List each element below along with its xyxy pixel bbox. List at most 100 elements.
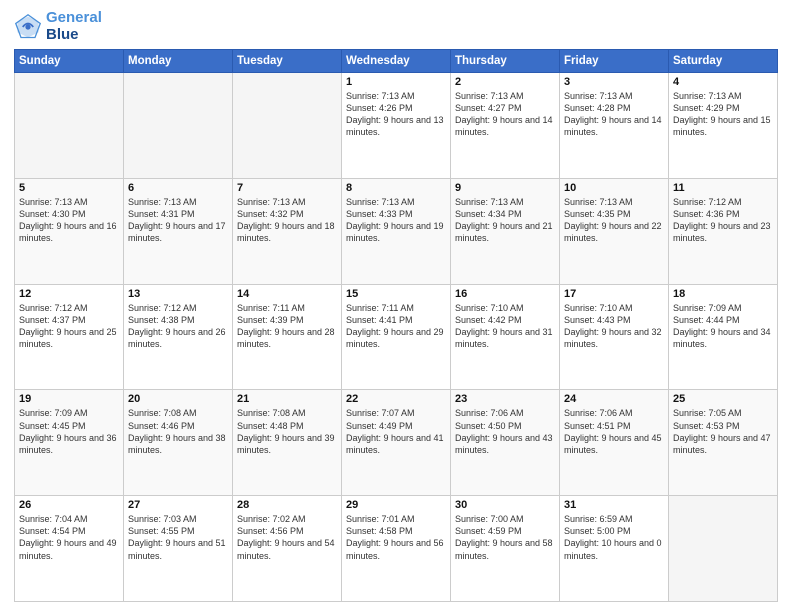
- calendar-cell-empty-0-1: [124, 73, 233, 179]
- day-info: Sunrise: 7:09 AM Sunset: 4:45 PM Dayligh…: [19, 407, 119, 456]
- day-info: Sunrise: 7:11 AM Sunset: 4:39 PM Dayligh…: [237, 302, 337, 351]
- calendar-cell-16: 16 Sunrise: 7:10 AM Sunset: 4:42 PM Dayli…: [451, 284, 560, 390]
- calendar-week-4: 19 Sunrise: 7:09 AM Sunset: 4:45 PM Dayli…: [15, 390, 778, 496]
- day-info: Sunrise: 7:13 AM Sunset: 4:29 PM Dayligh…: [673, 90, 773, 139]
- calendar-cell-31: 31 Sunrise: 6:59 AM Sunset: 5:00 PM Dayli…: [560, 496, 669, 602]
- calendar-header-saturday: Saturday: [669, 50, 778, 73]
- calendar-cell-empty-0-0: [15, 73, 124, 179]
- calendar-cell-5: 5 Sunrise: 7:13 AM Sunset: 4:30 PM Daylig…: [15, 178, 124, 284]
- calendar-header-row: SundayMondayTuesdayWednesdayThursdayFrid…: [15, 50, 778, 73]
- calendar-cell-25: 25 Sunrise: 7:05 AM Sunset: 4:53 PM Dayli…: [669, 390, 778, 496]
- day-info: Sunrise: 7:13 AM Sunset: 4:26 PM Dayligh…: [346, 90, 446, 139]
- day-info: Sunrise: 7:10 AM Sunset: 4:43 PM Dayligh…: [564, 302, 664, 351]
- day-number: 27: [128, 499, 228, 511]
- day-number: 29: [346, 499, 446, 511]
- day-number: 21: [237, 393, 337, 405]
- day-info: Sunrise: 7:09 AM Sunset: 4:44 PM Dayligh…: [673, 302, 773, 351]
- calendar-cell-27: 27 Sunrise: 7:03 AM Sunset: 4:55 PM Dayli…: [124, 496, 233, 602]
- calendar-cell-17: 17 Sunrise: 7:10 AM Sunset: 4:43 PM Dayli…: [560, 284, 669, 390]
- calendar-cell-24: 24 Sunrise: 7:06 AM Sunset: 4:51 PM Dayli…: [560, 390, 669, 496]
- day-number: 4: [673, 76, 773, 88]
- header: General Blue: [14, 10, 778, 43]
- day-info: Sunrise: 7:12 AM Sunset: 4:38 PM Dayligh…: [128, 302, 228, 351]
- day-info: Sunrise: 7:13 AM Sunset: 4:30 PM Dayligh…: [19, 196, 119, 245]
- day-number: 30: [455, 499, 555, 511]
- calendar-cell-30: 30 Sunrise: 7:00 AM Sunset: 4:59 PM Dayli…: [451, 496, 560, 602]
- calendar-cell-7: 7Sunrise: 7:13 AM Sunset: 4:32 PM Daylig…: [233, 178, 342, 284]
- calendar-week-5: 26 Sunrise: 7:04 AM Sunset: 4:54 PM Dayli…: [15, 496, 778, 602]
- day-number: 8: [346, 182, 446, 194]
- calendar-week-1: 1 Sunrise: 7:13 AM Sunset: 4:26 PM Daylig…: [15, 73, 778, 179]
- day-info: Sunrise: 7:13 AM Sunset: 4:35 PM Dayligh…: [564, 196, 664, 245]
- calendar-header-wednesday: Wednesday: [342, 50, 451, 73]
- day-number: 10: [564, 182, 664, 194]
- day-info: Sunrise: 7:13 AM Sunset: 4:28 PM Dayligh…: [564, 90, 664, 139]
- calendar-cell-12: 12Sunrise: 7:12 AM Sunset: 4:37 PM Dayli…: [15, 284, 124, 390]
- day-number: 20: [128, 393, 228, 405]
- day-info: Sunrise: 7:13 AM Sunset: 4:34 PM Dayligh…: [455, 196, 555, 245]
- calendar-cell-19: 19 Sunrise: 7:09 AM Sunset: 4:45 PM Dayli…: [15, 390, 124, 496]
- day-number: 5: [19, 182, 119, 194]
- day-number: 25: [673, 393, 773, 405]
- day-info: Sunrise: 7:06 AM Sunset: 4:51 PM Dayligh…: [564, 407, 664, 456]
- day-number: 24: [564, 393, 664, 405]
- calendar-cell-9: 9 Sunrise: 7:13 AM Sunset: 4:34 PM Daylig…: [451, 178, 560, 284]
- day-number: 17: [564, 288, 664, 300]
- day-info: Sunrise: 7:04 AM Sunset: 4:54 PM Dayligh…: [19, 513, 119, 562]
- calendar-cell-empty-4-6: [669, 496, 778, 602]
- day-info: Sunrise: 7:13 AM Sunset: 4:27 PM Dayligh…: [455, 90, 555, 139]
- calendar-cell-4: 4 Sunrise: 7:13 AM Sunset: 4:29 PM Daylig…: [669, 73, 778, 179]
- day-info: Sunrise: 7:05 AM Sunset: 4:53 PM Dayligh…: [673, 407, 773, 456]
- day-info: Sunrise: 7:13 AM Sunset: 4:31 PM Dayligh…: [128, 196, 228, 245]
- day-info: Sunrise: 7:10 AM Sunset: 4:42 PM Dayligh…: [455, 302, 555, 351]
- calendar-cell-10: 10 Sunrise: 7:13 AM Sunset: 4:35 PM Dayli…: [560, 178, 669, 284]
- day-info: Sunrise: 7:06 AM Sunset: 4:50 PM Dayligh…: [455, 407, 555, 456]
- day-number: 26: [19, 499, 119, 511]
- calendar-header-sunday: Sunday: [15, 50, 124, 73]
- day-number: 6: [128, 182, 228, 194]
- page: General Blue SundayMondayTuesdayWednesda…: [0, 0, 792, 612]
- day-info: Sunrise: 6:59 AM Sunset: 5:00 PM Dayligh…: [564, 513, 664, 562]
- calendar-cell-23: 23 Sunrise: 7:06 AM Sunset: 4:50 PM Dayli…: [451, 390, 560, 496]
- day-info: Sunrise: 7:12 AM Sunset: 4:37 PM Dayligh…: [19, 302, 119, 351]
- day-info: Sunrise: 7:08 AM Sunset: 4:48 PM Dayligh…: [237, 407, 337, 456]
- calendar-cell-28: 28Sunrise: 7:02 AM Sunset: 4:56 PM Dayli…: [233, 496, 342, 602]
- calendar-week-2: 5 Sunrise: 7:13 AM Sunset: 4:30 PM Daylig…: [15, 178, 778, 284]
- calendar-cell-20: 20Sunrise: 7:08 AM Sunset: 4:46 PM Dayli…: [124, 390, 233, 496]
- day-info: Sunrise: 7:03 AM Sunset: 4:55 PM Dayligh…: [128, 513, 228, 562]
- day-info: Sunrise: 7:00 AM Sunset: 4:59 PM Dayligh…: [455, 513, 555, 562]
- calendar-header-monday: Monday: [124, 50, 233, 73]
- calendar-cell-18: 18 Sunrise: 7:09 AM Sunset: 4:44 PM Dayli…: [669, 284, 778, 390]
- logo: General Blue: [14, 10, 102, 43]
- calendar-header-tuesday: Tuesday: [233, 50, 342, 73]
- day-number: 14: [237, 288, 337, 300]
- day-number: 1: [346, 76, 446, 88]
- day-number: 19: [19, 393, 119, 405]
- day-number: 9: [455, 182, 555, 194]
- day-number: 3: [564, 76, 664, 88]
- calendar-cell-21: 21 Sunrise: 7:08 AM Sunset: 4:48 PM Dayli…: [233, 390, 342, 496]
- day-number: 13: [128, 288, 228, 300]
- calendar-cell-22: 22Sunrise: 7:07 AM Sunset: 4:49 PM Dayli…: [342, 390, 451, 496]
- calendar-header-friday: Friday: [560, 50, 669, 73]
- calendar-cell-6: 6 Sunrise: 7:13 AM Sunset: 4:31 PM Daylig…: [124, 178, 233, 284]
- calendar-cell-13: 13 Sunrise: 7:12 AM Sunset: 4:38 PM Dayli…: [124, 284, 233, 390]
- calendar-cell-8: 8Sunrise: 7:13 AM Sunset: 4:33 PM Daylig…: [342, 178, 451, 284]
- day-number: 15: [346, 288, 446, 300]
- logo-text: General Blue: [46, 10, 102, 43]
- day-number: 18: [673, 288, 773, 300]
- calendar-cell-2: 2Sunrise: 7:13 AM Sunset: 4:27 PM Daylig…: [451, 73, 560, 179]
- day-number: 31: [564, 499, 664, 511]
- calendar-cell-empty-0-2: [233, 73, 342, 179]
- day-info: Sunrise: 7:01 AM Sunset: 4:58 PM Dayligh…: [346, 513, 446, 562]
- calendar-cell-15: 15 Sunrise: 7:11 AM Sunset: 4:41 PM Dayli…: [342, 284, 451, 390]
- day-number: 11: [673, 182, 773, 194]
- day-info: Sunrise: 7:02 AM Sunset: 4:56 PM Dayligh…: [237, 513, 337, 562]
- calendar-cell-26: 26 Sunrise: 7:04 AM Sunset: 4:54 PM Dayli…: [15, 496, 124, 602]
- day-number: 23: [455, 393, 555, 405]
- calendar-cell-11: 11Sunrise: 7:12 AM Sunset: 4:36 PM Dayli…: [669, 178, 778, 284]
- calendar-cell-29: 29 Sunrise: 7:01 AM Sunset: 4:58 PM Dayli…: [342, 496, 451, 602]
- day-number: 16: [455, 288, 555, 300]
- day-info: Sunrise: 7:11 AM Sunset: 4:41 PM Dayligh…: [346, 302, 446, 351]
- day-number: 22: [346, 393, 446, 405]
